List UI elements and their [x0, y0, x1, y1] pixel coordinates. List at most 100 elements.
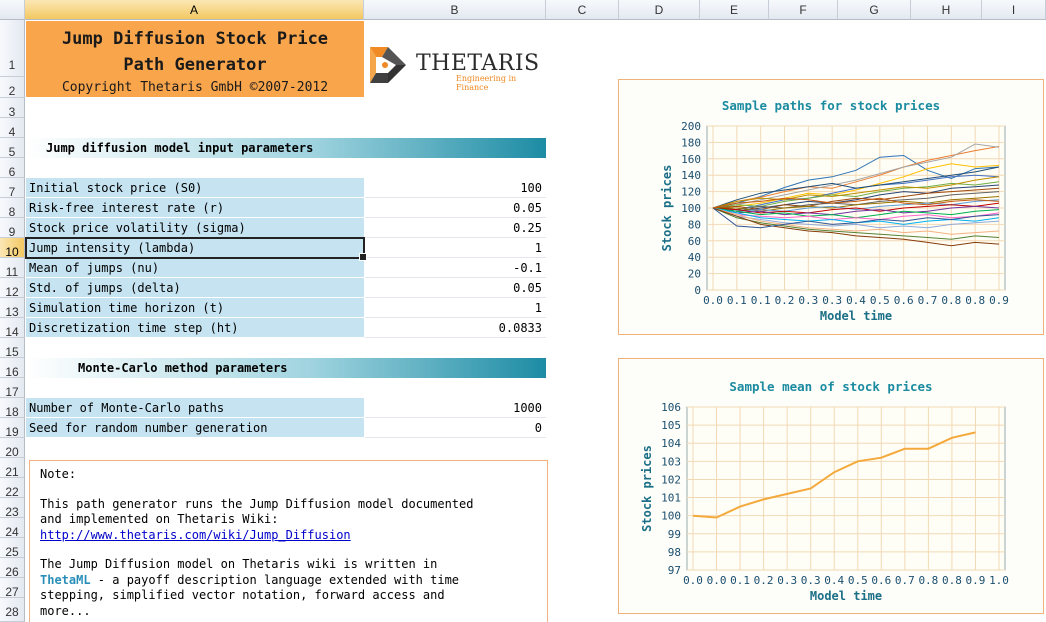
x-tick-label: 0.1 [730, 574, 750, 587]
column-header-a[interactable]: A [25, 0, 364, 20]
row-header-4[interactable]: 4 [0, 118, 25, 139]
param-label[interactable]: Std. of jumps (delta) [26, 278, 364, 298]
note-heading: Note: [40, 467, 77, 481]
x-tick-label: 0.4 [824, 574, 844, 587]
y-tick-label: 100 [681, 202, 701, 215]
wiki-link[interactable]: http://www.thetaris.com/wiki/Jump_Diffus… [40, 528, 351, 542]
param-label[interactable]: Discretization time step (ht) [26, 318, 364, 338]
x-axis-label: Model time [820, 309, 892, 323]
row-header-17[interactable]: 17 [0, 378, 25, 399]
param-label[interactable]: Initial stock price (S0) [26, 178, 364, 198]
y-tick-label: 105 [661, 419, 681, 432]
row-header-21[interactable]: 21 [0, 458, 25, 479]
thetaris-logo-icon [370, 47, 406, 83]
row-header-28[interactable]: 28 [0, 598, 25, 622]
title-block[interactable]: Jump Diffusion Stock Price Path Generato… [26, 21, 364, 97]
row-header-26[interactable]: 26 [0, 558, 25, 579]
row-header-13[interactable]: 13 [0, 298, 25, 319]
column-header-i[interactable]: I [982, 0, 1046, 20]
section-header-mc-params[interactable]: Monte-Carlo method parameters [26, 358, 546, 378]
x-tick-label: 0.3 [822, 294, 842, 307]
mc-param-label[interactable]: Number of Monte-Carlo paths [26, 398, 364, 418]
column-header-c[interactable]: C [546, 0, 619, 20]
title-line-1: Jump Diffusion Stock Price [61, 29, 329, 49]
row-header-24[interactable]: 24 [0, 518, 25, 539]
x-tick-label: 0.1 [727, 294, 747, 307]
row-header-15[interactable]: 15 [0, 338, 25, 359]
thetaris-logo: THETARIS Engineering in Finance [368, 43, 548, 92]
note-box[interactable]: Note: This path generator runs the Jump … [29, 460, 548, 622]
param-label[interactable]: Simulation time horizon (t) [26, 298, 364, 318]
x-tick-label: 0.3 [801, 574, 821, 587]
x-tick-label: 0.7 [895, 574, 915, 587]
chart-plot-sample-mean: 9798991001011021031041051060.0 0.0 0.1 0.2 0… [640, 401, 1009, 603]
chart-sample-mean[interactable]: Sample mean of stock prices 97 98 99 100 101… [618, 358, 1044, 614]
section-title-jump: Jump diffusion model input parameters [46, 141, 314, 155]
x-axis-label: Model time [810, 589, 882, 603]
row-header-5[interactable]: 5 [0, 138, 25, 159]
row-header-3[interactable]: 3 [0, 98, 25, 119]
row-header-7[interactable]: 7 [0, 178, 25, 199]
param-value[interactable]: -0.1 [365, 258, 546, 278]
param-value[interactable]: 1 [365, 298, 546, 318]
y-tick-label: 20 [688, 268, 701, 281]
select-all-corner[interactable] [0, 0, 25, 20]
row-header-27[interactable]: 27 [0, 578, 25, 599]
column-header-g[interactable]: G [838, 0, 911, 20]
row-header-14[interactable]: 14 [0, 318, 25, 339]
logo-name: THETARIS [416, 51, 540, 76]
x-tick-label: 0.3 [798, 294, 818, 307]
chart-sample-paths[interactable]: Sample paths for stock prices 0 20 40 60 80 1… [618, 79, 1044, 335]
note-text: The Jump Diffusion model on Thetaris wik… [40, 557, 438, 571]
row-header-11[interactable]: 11 [0, 258, 25, 279]
param-label[interactable]: Mean of jumps (nu) [26, 258, 364, 278]
row-header-23[interactable]: 23 [0, 498, 25, 519]
row-header-9[interactable]: 9 [0, 218, 25, 239]
row-header-25[interactable]: 25 [0, 538, 25, 559]
param-value[interactable]: 0.0833 [365, 318, 546, 338]
column-header-f[interactable]: F [769, 0, 838, 20]
row-header-18[interactable]: 18 [0, 398, 25, 419]
row-header-12[interactable]: 12 [0, 278, 25, 299]
thetaml-link[interactable]: ThetaML [40, 573, 91, 587]
row-header-19[interactable]: 19 [0, 418, 25, 439]
param-label[interactable]: Stock price volatility (sigma) [26, 218, 364, 238]
row-header-1[interactable]: 1 [0, 20, 25, 77]
row-header-8[interactable]: 8 [0, 198, 25, 219]
y-tick-label: 180 [681, 136, 701, 149]
active-cell-selection[interactable] [25, 237, 367, 261]
param-value[interactable]: 0.25 [365, 218, 546, 238]
note-text-inline: - a payoff description language extended… [90, 572, 460, 587]
row-header-22[interactable]: 22 [0, 478, 25, 499]
row-header-16[interactable]: 16 [0, 358, 25, 379]
plot-area [686, 406, 1006, 571]
param-label[interactable]: Risk-free interest rate (r) [26, 198, 364, 218]
row-header-6[interactable]: 6 [0, 158, 25, 179]
row-header-2[interactable]: 2 [0, 77, 25, 98]
section-header-jump-params[interactable]: Jump diffusion model input parameters [26, 138, 546, 158]
mc-param-label[interactable]: Seed for random number generation [26, 418, 364, 438]
param-value[interactable]: 0.05 [365, 198, 546, 218]
column-header-e[interactable]: E [700, 0, 769, 20]
mc-param-value[interactable]: 1000 [365, 398, 546, 418]
x-tick-label: 0.2 [775, 294, 795, 307]
x-tick-label: 0.2 [754, 574, 774, 587]
row-header-20[interactable]: 20 [0, 438, 25, 459]
param-value[interactable]: 0.05 [365, 278, 546, 298]
mc-param-value[interactable]: 0 [365, 418, 546, 438]
row-header-10[interactable]: 10 [0, 238, 25, 259]
logo-tagline: Engineering in Finance [456, 74, 517, 92]
column-header-h[interactable]: H [911, 0, 982, 20]
y-tick-label: 0 [694, 284, 701, 297]
x-tick-label: 0.7 [918, 294, 938, 307]
x-tick-label: 0.6 [871, 574, 891, 587]
x-tick-label: 0.9 [989, 294, 1009, 307]
column-header-d[interactable]: D [619, 0, 700, 20]
section-title-mc: Monte-Carlo method parameters [78, 361, 288, 375]
column-header-b[interactable]: B [364, 0, 546, 20]
y-axis-label: Stock prices [640, 445, 654, 532]
note-text: and implemented on Thetaris Wiki: [40, 512, 279, 526]
param-value[interactable]: 1 [365, 238, 546, 258]
param-value[interactable]: 100 [365, 178, 546, 198]
x-tick-label: 0.6 [894, 294, 914, 307]
